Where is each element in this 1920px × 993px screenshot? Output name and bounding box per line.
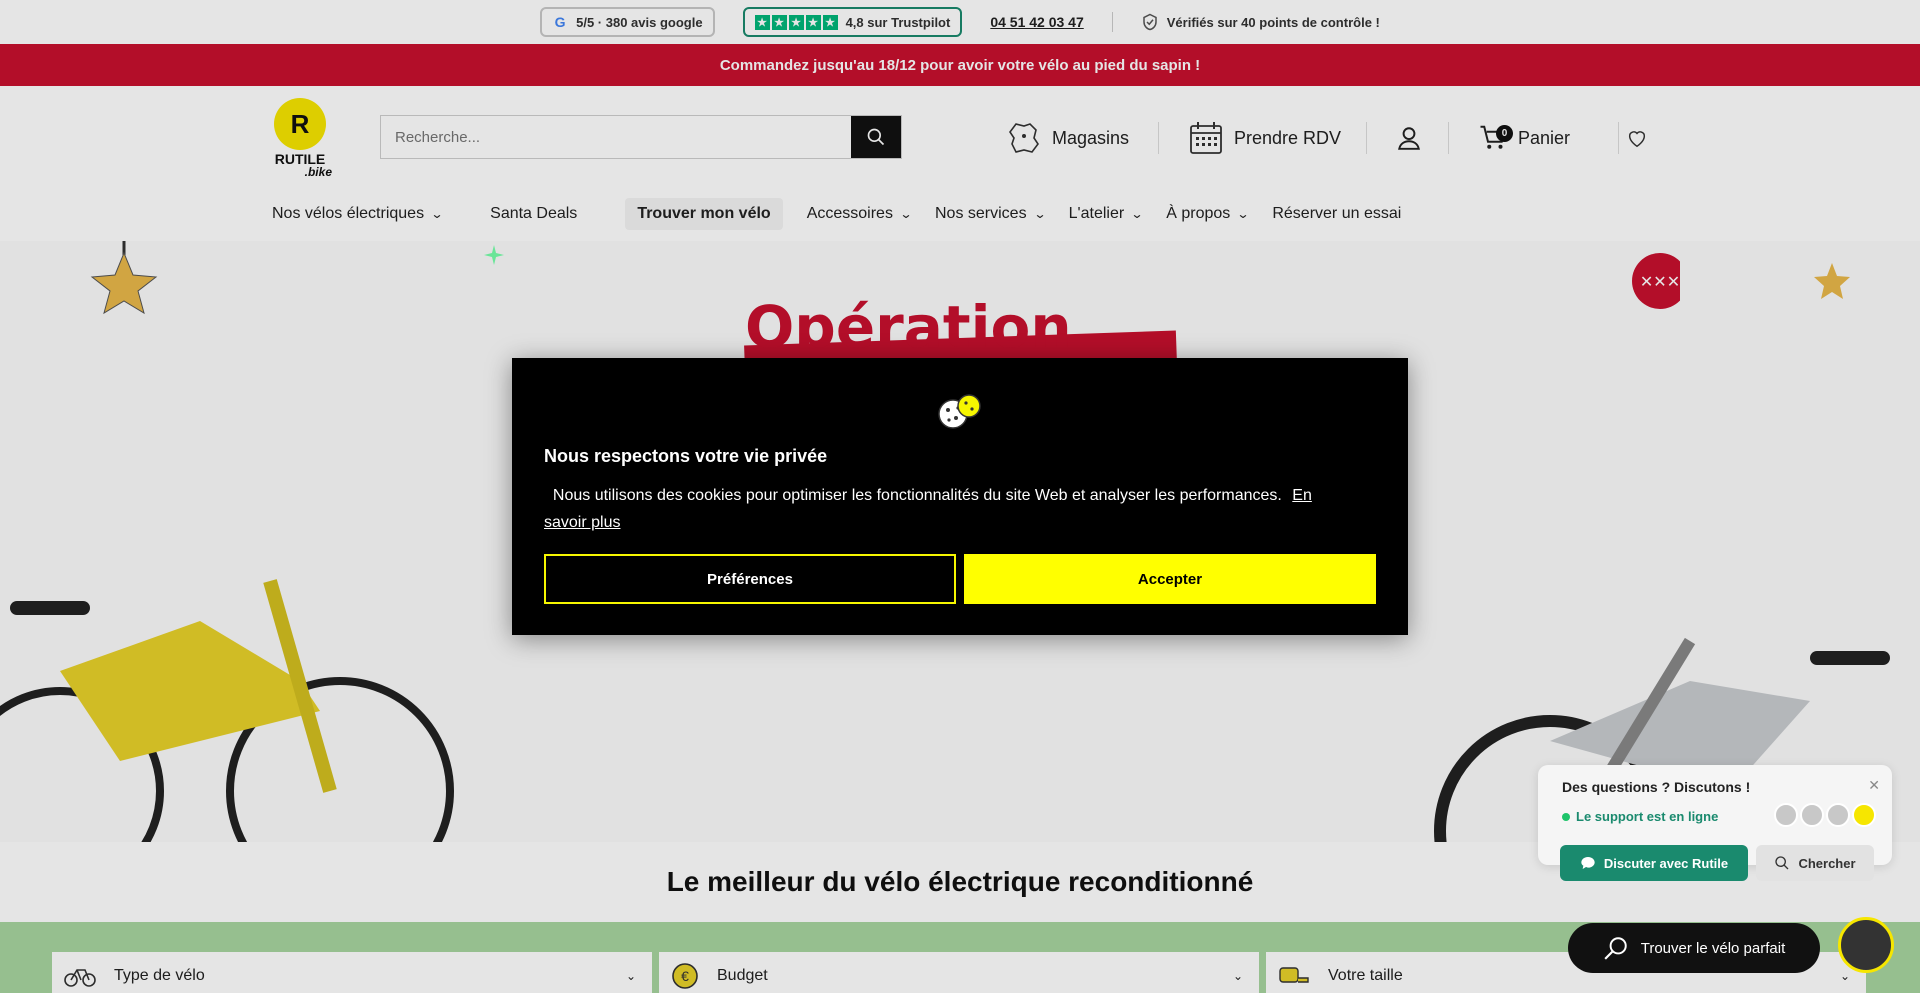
close-icon[interactable]: ✕	[1868, 777, 1880, 794]
online-dot-icon	[1562, 812, 1570, 821]
cookie-consent-dialog: Nous respectons votre vie privée Nous ut…	[512, 358, 1408, 635]
avatar	[1852, 803, 1876, 827]
cookie-body-text: Nous utilisons des cookies pour optimise…	[552, 487, 1282, 504]
avatar	[1826, 803, 1850, 827]
chat-bubble-icon	[1581, 857, 1595, 869]
search-icon	[1775, 856, 1789, 870]
cookie-dialog-title: Nous respectons votre vie privée	[544, 446, 828, 466]
preferences-button[interactable]: Préférences	[544, 554, 956, 604]
cookie-icon	[938, 394, 981, 429]
cookie-dialog-body: Nous utilisons des cookies pour optimise…	[544, 482, 1344, 536]
chat-search-label: Chercher	[1798, 855, 1856, 871]
chat-search-button[interactable]: Chercher	[1756, 845, 1874, 881]
chat-title: Des questions ? Discutons !	[1562, 779, 1751, 795]
chat-status: Le support est en ligne	[1562, 809, 1718, 824]
chat-widget: Des questions ? Discutons ! ✕ Le support…	[1538, 765, 1892, 881]
avatar	[1800, 803, 1824, 827]
find-bike-label: Trouver le vélo parfait	[1640, 939, 1786, 957]
find-bike-button[interactable]: Trouver le vélo parfait	[1568, 923, 1820, 973]
accept-button[interactable]: Accepter	[964, 554, 1376, 604]
magnifier-bike-icon	[1604, 937, 1627, 960]
support-avatars	[1774, 803, 1876, 827]
start-chat-label: Discuter avec Rutile	[1603, 855, 1729, 871]
chat-status-text: Le support est en ligne	[1576, 809, 1719, 824]
avatar	[1774, 803, 1798, 827]
support-avatar[interactable]	[1838, 917, 1894, 973]
start-chat-button[interactable]: Discuter avec Rutile	[1560, 845, 1748, 881]
